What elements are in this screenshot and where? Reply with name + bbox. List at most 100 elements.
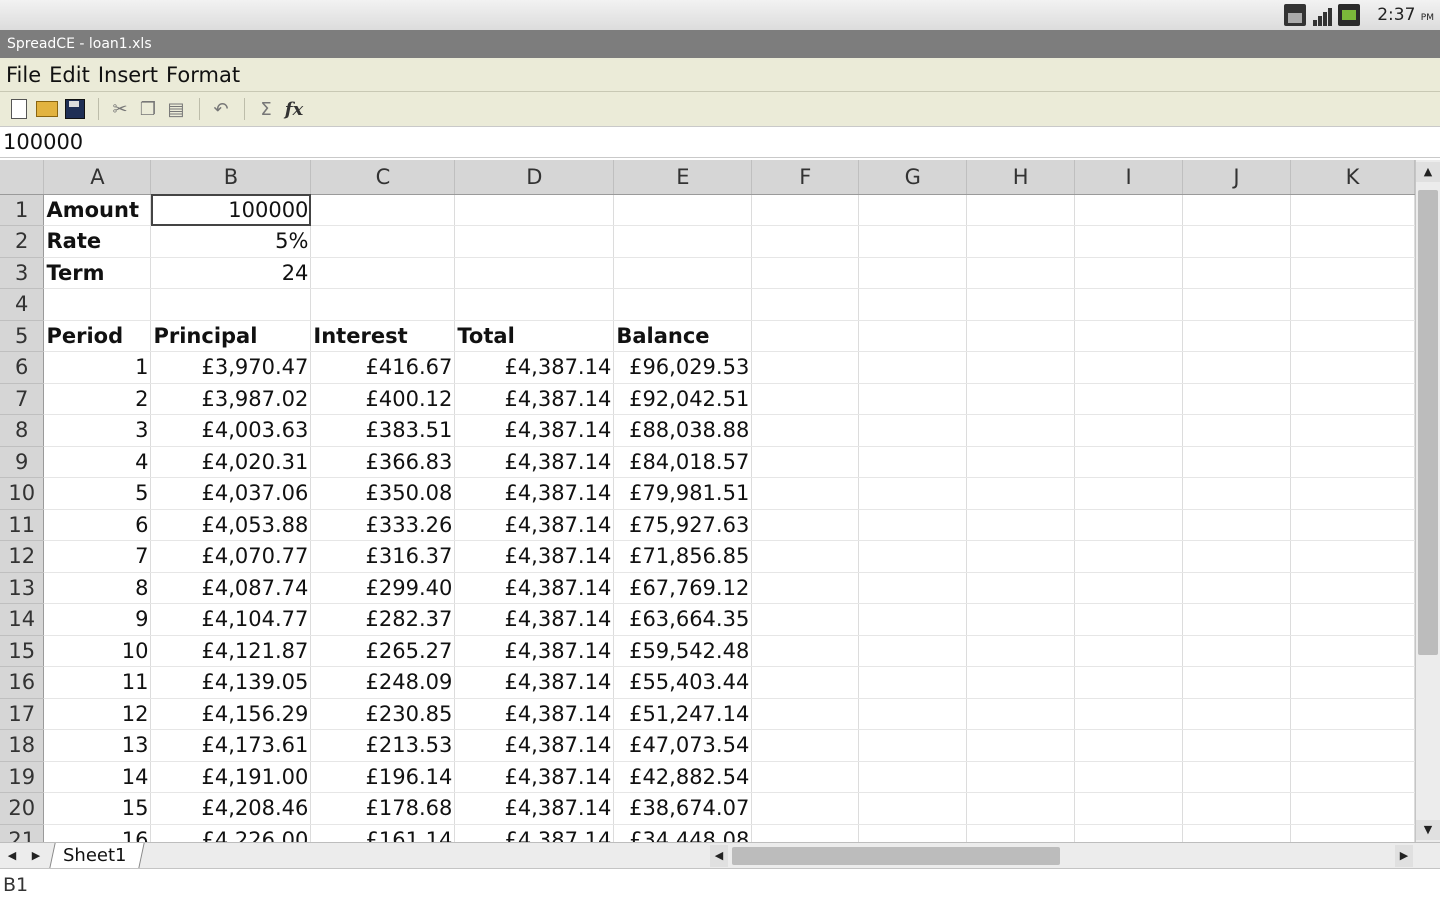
cell-j17[interactable] [1182, 698, 1291, 730]
cell-i3[interactable] [1074, 257, 1184, 289]
cell-c12[interactable]: £316.37 [310, 540, 456, 573]
row-header[interactable]: 5 [0, 320, 45, 352]
cell-g16[interactable] [858, 666, 968, 699]
cell-c15[interactable]: £265.27 [310, 635, 456, 667]
cell-a17[interactable]: 12 [43, 698, 152, 730]
row-header[interactable]: 8 [0, 414, 45, 447]
cell-a19[interactable]: 14 [43, 761, 152, 793]
cell-d13[interactable]: £4,387.14 [454, 572, 615, 604]
cell-j9[interactable] [1182, 446, 1291, 478]
sheet-tab-sheet1[interactable]: Sheet1 [49, 843, 145, 868]
cell-b8[interactable]: £4,003.63 [150, 414, 312, 447]
cell-f16[interactable] [751, 666, 860, 699]
cell-f11[interactable] [751, 509, 860, 541]
row-header[interactable]: 1 [0, 194, 45, 226]
cell-e9[interactable]: £84,018.57 [613, 446, 753, 478]
column-header-g[interactable]: G [858, 160, 968, 195]
cell-a15[interactable]: 10 [43, 635, 152, 667]
cell-h20[interactable] [966, 792, 1076, 825]
cell-j5[interactable] [1182, 320, 1291, 352]
cell-j3[interactable] [1182, 257, 1291, 289]
cell-c18[interactable]: £213.53 [310, 729, 456, 762]
cell-k2[interactable] [1290, 225, 1415, 258]
column-header-e[interactable]: E [613, 160, 753, 195]
cell-j7[interactable] [1182, 383, 1291, 415]
undo-button[interactable]: ↶ [208, 96, 234, 122]
row-header[interactable]: 11 [0, 509, 45, 541]
cell-g18[interactable] [858, 729, 968, 762]
cell-e10[interactable]: £79,981.51 [613, 477, 753, 510]
cell-j14[interactable] [1182, 603, 1291, 636]
cell-c6[interactable]: £416.67 [310, 351, 456, 384]
cell-a8[interactable]: 3 [43, 414, 152, 447]
cell-k4[interactable] [1290, 288, 1415, 321]
cell-j8[interactable] [1182, 414, 1291, 447]
cell-d10[interactable]: £4,387.14 [454, 477, 615, 510]
cell-j16[interactable] [1182, 666, 1291, 699]
row-header[interactable]: 15 [0, 635, 45, 667]
cell-b10[interactable]: £4,037.06 [150, 477, 312, 510]
cell-i8[interactable] [1074, 414, 1184, 447]
cell-f15[interactable] [751, 635, 860, 667]
cell-c13[interactable]: £299.40 [310, 572, 456, 604]
cell-i14[interactable] [1074, 603, 1184, 636]
cell-i16[interactable] [1074, 666, 1184, 699]
cell-k15[interactable] [1290, 635, 1415, 667]
cell-a2[interactable]: Rate [43, 225, 152, 258]
cell-b13[interactable]: £4,087.74 [150, 572, 312, 604]
cell-k5[interactable] [1290, 320, 1415, 352]
cell-f6[interactable] [751, 351, 860, 384]
cell-i15[interactable] [1074, 635, 1184, 667]
cell-e13[interactable]: £67,769.12 [613, 572, 753, 604]
cell-g20[interactable] [858, 792, 968, 825]
row-header[interactable]: 17 [0, 698, 45, 730]
column-header-c[interactable]: C [310, 160, 456, 195]
cell-b6[interactable]: £3,970.47 [150, 351, 312, 384]
cell-c16[interactable]: £248.09 [310, 666, 456, 699]
cell-k21[interactable] [1290, 824, 1415, 842]
cell-k11[interactable] [1290, 509, 1415, 541]
cell-j19[interactable] [1182, 761, 1291, 793]
cell-c9[interactable]: £366.83 [310, 446, 456, 478]
cell-g14[interactable] [858, 603, 968, 636]
cell-g13[interactable] [858, 572, 968, 604]
cell-e20[interactable]: £38,674.07 [613, 792, 753, 825]
row-header[interactable]: 13 [0, 572, 45, 604]
cell-e3[interactable] [613, 257, 753, 289]
cell-h19[interactable] [966, 761, 1076, 793]
cell-g19[interactable] [858, 761, 968, 793]
cell-j20[interactable] [1182, 792, 1291, 825]
sum-button[interactable]: Σ [253, 96, 279, 122]
cell-e6[interactable]: £96,029.53 [613, 351, 753, 384]
cell-b3[interactable]: 24 [150, 257, 312, 289]
cell-e7[interactable]: £92,042.51 [613, 383, 753, 415]
cell-a16[interactable]: 11 [43, 666, 152, 699]
column-header-i[interactable]: I [1074, 160, 1184, 195]
cell-a18[interactable]: 13 [43, 729, 152, 762]
cell-k20[interactable] [1290, 792, 1415, 825]
cell-h18[interactable] [966, 729, 1076, 762]
cell-c8[interactable]: £383.51 [310, 414, 456, 447]
cell-e15[interactable]: £59,542.48 [613, 635, 753, 667]
row-header[interactable]: 6 [0, 351, 45, 384]
cell-k19[interactable] [1290, 761, 1415, 793]
cell-i6[interactable] [1074, 351, 1184, 384]
cell-k10[interactable] [1290, 477, 1415, 510]
cell-f10[interactable] [751, 477, 860, 510]
horizontal-scrollbar[interactable]: ◀ ▶ [710, 845, 1413, 867]
spreadsheet-grid[interactable]: ABCDEFGHIJK 1 Amount 100000 2 Rate 5% 3 Term 24 4… [0, 160, 1415, 842]
row-header[interactable]: 9 [0, 446, 45, 478]
row-header[interactable]: 21 [0, 824, 45, 842]
cell-b19[interactable]: £4,191.00 [150, 761, 312, 793]
cell-a13[interactable]: 8 [43, 572, 152, 604]
cell-e19[interactable]: £42,882.54 [613, 761, 753, 793]
cell-b15[interactable]: £4,121.87 [150, 635, 312, 667]
cell-f20[interactable] [751, 792, 860, 825]
row-header[interactable]: 16 [0, 666, 45, 699]
column-header-d[interactable]: D [454, 160, 615, 195]
cell-g8[interactable] [858, 414, 968, 447]
cell-j12[interactable] [1182, 540, 1291, 573]
cell-b4[interactable] [150, 288, 312, 321]
cell-h6[interactable] [966, 351, 1076, 384]
cell-i12[interactable] [1074, 540, 1184, 573]
